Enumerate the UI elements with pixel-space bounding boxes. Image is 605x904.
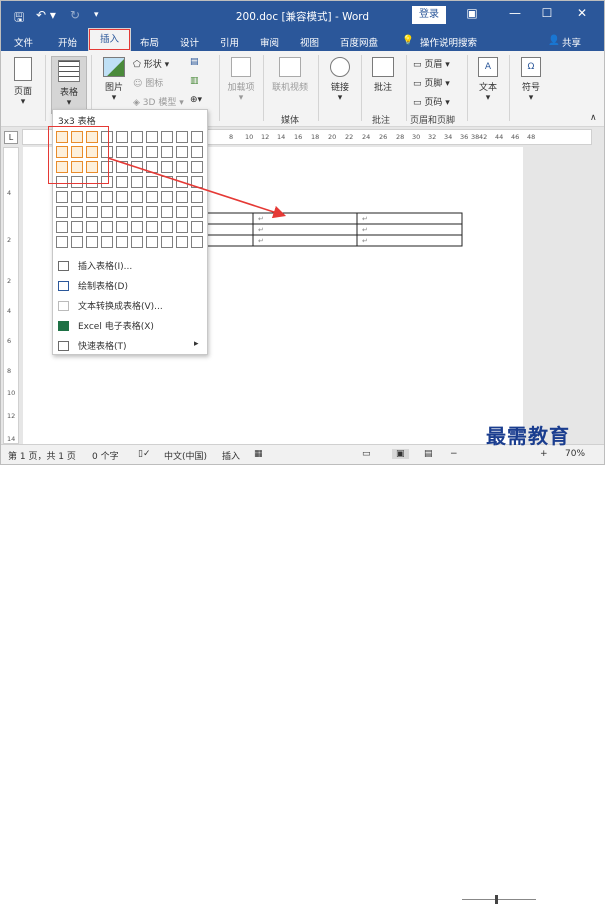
proofing-icon[interactable]: ▯✓ bbox=[138, 449, 151, 459]
language-indicator[interactable]: 中文(中国) bbox=[164, 449, 207, 462]
web-layout-icon[interactable]: ▤ bbox=[424, 449, 433, 459]
zoom-slider-thumb[interactable] bbox=[495, 895, 498, 904]
zoom-level[interactable]: 70% bbox=[565, 449, 585, 459]
print-layout-icon[interactable]: ▣ bbox=[392, 449, 409, 459]
zoom-in-icon[interactable]: + bbox=[540, 449, 548, 459]
insert-mode[interactable]: 插入 bbox=[222, 449, 240, 462]
macro-icon[interactable]: ▦ bbox=[254, 449, 263, 459]
zoom-out-icon[interactable]: − bbox=[450, 449, 458, 459]
annotation-arrow bbox=[107, 157, 287, 219]
zoom-slider[interactable] bbox=[462, 899, 536, 900]
word-count[interactable]: 0 个字 bbox=[92, 449, 119, 462]
read-mode-icon[interactable]: ▭ bbox=[362, 449, 371, 459]
page-count[interactable]: 第 1 页，共 1 页 bbox=[8, 449, 76, 462]
watermark: 最需教育 bbox=[486, 424, 570, 448]
